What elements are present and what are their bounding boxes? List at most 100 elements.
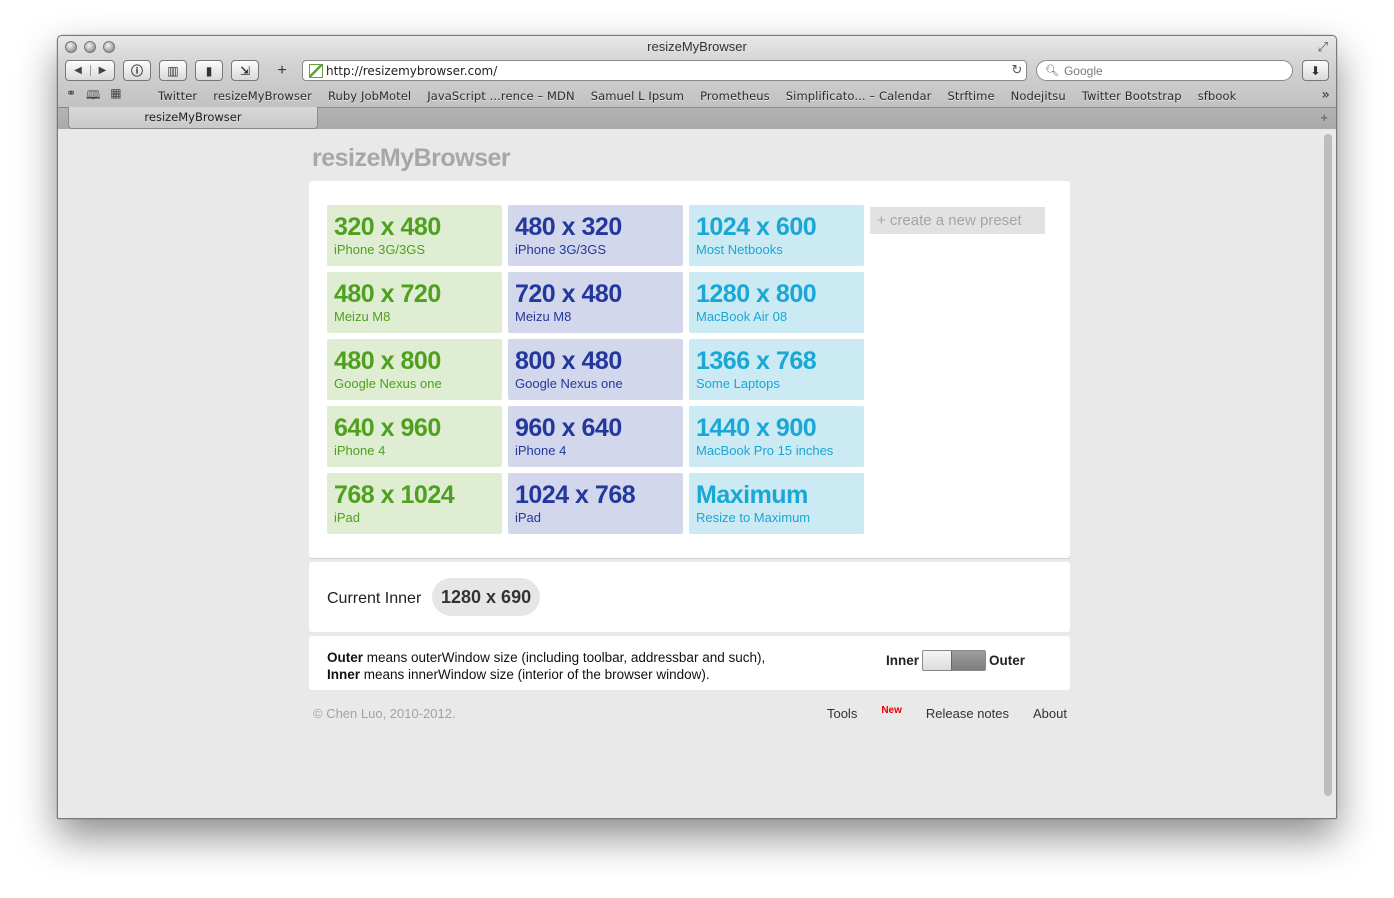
outer-description: means outerWindow size (including toolba… (363, 650, 766, 665)
preset-tile[interactable]: 480 x 800 Google Nexus one (327, 339, 502, 400)
new-tab-icon[interactable]: + (1320, 110, 1328, 125)
preset-tile[interactable]: 480 x 720 Meizu M8 (327, 272, 502, 333)
preset-desc: iPhone 3G/3GS (334, 242, 426, 257)
toggle-knob[interactable] (951, 651, 986, 670)
preset-tile[interactable]: 800 x 480 Google Nexus one (508, 339, 683, 400)
preset-desc: iPad (334, 510, 361, 525)
bookmark-item[interactable]: Ruby JobMotel (328, 89, 411, 103)
preset-desc: MacBook Pro 15 inches (696, 443, 834, 458)
toggle-inner-label[interactable]: Inner (886, 653, 919, 668)
preset-size: 480 x 800 (334, 347, 441, 375)
bookmark-item[interactable]: sfbook (1198, 89, 1237, 103)
search-field[interactable]: 🔍︎ Google (1036, 60, 1293, 81)
book-icon: ▥ (167, 63, 179, 78)
site-logo[interactable]: resizeMyBrowser (312, 144, 511, 173)
bookmark-item[interactable]: Samuel L Ipsum (591, 89, 684, 103)
preset-size: 1024 x 600 (696, 213, 817, 241)
preset-tile[interactable]: 1366 x 768 Some Laptops (689, 339, 864, 400)
preset-size: 1440 x 900 (696, 414, 817, 442)
release-notes-link[interactable]: Release notes (926, 706, 1009, 721)
vertical-scrollbar[interactable] (1324, 134, 1332, 796)
search-icon: 🔍︎ (1045, 65, 1059, 77)
preset-tile[interactable]: 1280 x 800 MacBook Air 08 (689, 272, 864, 333)
preset-desc: iPad (515, 510, 542, 525)
outer-term: Outer (327, 650, 364, 665)
search-placeholder: Google (1063, 63, 1103, 78)
preset-tile[interactable]: 960 x 640 iPhone 4 (508, 406, 683, 467)
top-sites-grid-icon[interactable]: ▦ (110, 86, 121, 107)
back-forward-buttons: ◀ ▶ (65, 60, 115, 81)
bookmark-item[interactable]: JavaScript ...rence – MDN (427, 89, 574, 103)
reading-list-button[interactable]: ▮ (195, 60, 223, 81)
preset-tile[interactable]: 480 x 320 iPhone 3G/3GS (508, 205, 683, 266)
share-button[interactable]: ⇲ (231, 60, 259, 81)
bookmarks-bar-icons: ⚭ 🕮 ▦ (58, 86, 158, 107)
bookmark-item[interactable]: resizeMyBrowser (213, 89, 312, 103)
more-bookmarks-icon[interactable]: » (1321, 87, 1330, 103)
current-size-label: Current Inner (327, 590, 422, 607)
preset-desc: Resize to Maximum (696, 510, 811, 525)
about-link[interactable]: About (1033, 706, 1067, 721)
mode-toggle-group: Inner Outer (886, 650, 1025, 671)
preset-size: Maximum (696, 481, 808, 509)
reader-button[interactable]: ⓘ (123, 60, 151, 81)
bookmark-item[interactable]: Prometheus (700, 89, 770, 103)
preset-size: 1024 x 768 (515, 481, 636, 509)
preset-desc: iPhone 4 (515, 443, 567, 458)
tools-link[interactable]: Tools New (803, 705, 902, 721)
inner-term: Inner (327, 667, 361, 682)
preset-tile[interactable]: 720 x 480 Meizu M8 (508, 272, 683, 333)
preset-size: 640 x 960 (334, 414, 441, 442)
bookmark-item[interactable]: Simplificato... – Calendar (786, 89, 932, 103)
preset-tile[interactable]: 1440 x 900 MacBook Pro 15 inches (689, 406, 864, 467)
downloads-button[interactable]: ⬇ (1302, 60, 1329, 81)
preset-size: 480 x 720 (334, 280, 441, 308)
preset-tile[interactable]: 768 x 1024 iPad (327, 473, 502, 534)
preset-tile[interactable]: 320 x 480 iPhone 3G/3GS (327, 205, 502, 266)
bookmark-item[interactable]: Nodejitsu (1011, 89, 1066, 103)
mode-panel: Outer means outerWindow size (including … (309, 636, 1070, 690)
back-icon[interactable]: ◀ (66, 65, 90, 76)
preset-tile[interactable]: 1024 x 768 iPad (508, 473, 683, 534)
create-preset-button[interactable]: + create a new preset (870, 207, 1045, 234)
preset-size: 1280 x 800 (696, 280, 817, 308)
url-text[interactable]: http://resizemybrowser.com/ (326, 64, 1008, 78)
plus-icon: + (277, 61, 287, 79)
browser-window: resizeMyBrowser ⤢ ◀ ▶ ⓘ ▥ ▮ ⇲ + http://r… (57, 35, 1337, 819)
inner-outer-toggle[interactable] (922, 650, 987, 671)
tab-active[interactable]: resizeMyBrowser (68, 107, 318, 129)
open-book-icon[interactable]: 🕮 (86, 86, 100, 107)
tools-link-label[interactable]: Tools (827, 706, 857, 721)
preset-tile-maximum[interactable]: Maximum Resize to Maximum (689, 473, 864, 534)
page-content: resizeMyBrowser 320 x 480 iPhone 3G/3GS 4… (58, 130, 1324, 818)
current-size-value: 1280 x 690 (432, 578, 541, 616)
reading-glasses-icon[interactable]: ⚭ (66, 86, 76, 107)
browser-chrome: resizeMyBrowser ⤢ ◀ ▶ ⓘ ▥ ▮ ⇲ + http://r… (58, 36, 1336, 129)
footer-links: Tools New Release notes About (779, 705, 1067, 721)
bookmark-item[interactable]: Twitter Bootstrap (1082, 89, 1182, 103)
bookmark-item[interactable]: Strftime (947, 89, 994, 103)
preset-desc: Google Nexus one (334, 376, 442, 391)
preset-desc: iPhone 3G/3GS (515, 242, 607, 257)
toggle-outer-label[interactable]: Outer (989, 653, 1025, 668)
preset-size: 768 x 1024 (334, 481, 455, 509)
forward-icon[interactable]: ▶ (90, 65, 114, 76)
new-badge: New (881, 705, 902, 716)
preset-size: 800 x 480 (515, 347, 622, 375)
fullscreen-icon[interactable]: ⤢ (1318, 39, 1328, 55)
bookmark-item[interactable]: Twitter (158, 89, 197, 103)
bookmarks-button[interactable]: ▥ (159, 60, 187, 81)
reload-icon[interactable]: ↻ (1008, 63, 1026, 78)
preset-desc: Google Nexus one (515, 376, 623, 391)
preset-size: 480 x 320 (515, 213, 622, 241)
address-bar[interactable]: http://resizemybrowser.com/ ↻ (302, 60, 1027, 81)
browser-toolbar: ◀ ▶ ⓘ ▥ ▮ ⇲ + http://resizemybrowser.com… (58, 60, 1336, 84)
preset-size: 720 x 480 (515, 280, 622, 308)
add-bookmark-button[interactable]: + (268, 60, 296, 81)
preset-tile[interactable]: 1024 x 600 Most Netbooks (689, 205, 864, 266)
current-size-panel: Current Inner 1280 x 690 (309, 562, 1070, 632)
mode-explanation: Outer means outerWindow size (including … (327, 649, 765, 683)
tab-bar: resizeMyBrowser + (58, 107, 1336, 129)
site-favicon-icon (309, 63, 323, 78)
preset-tile[interactable]: 640 x 960 iPhone 4 (327, 406, 502, 467)
